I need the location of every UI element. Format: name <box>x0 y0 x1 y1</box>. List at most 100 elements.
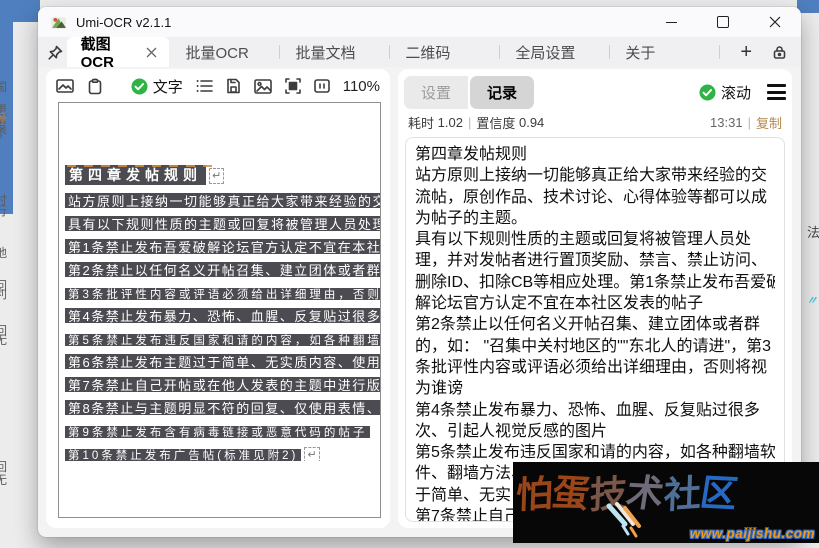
tab-batch-doc[interactable]: 批量文档 <box>279 37 389 67</box>
fit-screen-button[interactable] <box>285 78 301 94</box>
desktop-text-fragment: 不 <box>0 124 11 141</box>
ocr-result-line: 解论坛官方认定不宜在本社区发表的帖子 <box>415 293 775 314</box>
ocr-text-box[interactable]: 第6条禁止发布主题过于简单、无实质内容、使用哗众取宠↵ <box>65 352 380 369</box>
titlebar: Umi-OCR v2.1.1 <box>38 7 801 37</box>
one-to-one-button[interactable] <box>314 79 330 93</box>
pin-icon <box>48 45 63 60</box>
ocr-text-box[interactable]: 第9条禁止发布含有病毒链接或恶意代码的帖子↵ <box>65 423 380 438</box>
check-icon <box>699 84 716 101</box>
add-tab-button[interactable]: + <box>740 42 752 62</box>
ocr-text-box[interactable]: 第5条禁止发布违反国家和请的内容，如各种翻墙软件、翻↵ <box>65 331 380 346</box>
paste-button[interactable] <box>87 78 103 95</box>
screenshot-button[interactable] <box>56 78 74 94</box>
ocr-text-box[interactable]: 具有以下规则性质的主题或回复将被管理人员处理，并↵ <box>65 214 380 231</box>
app-logo-icon <box>50 14 67 31</box>
elapsed-value: 1.02 <box>438 115 463 130</box>
save-text-button[interactable] <box>226 78 241 94</box>
tab-label: 截图OCR <box>81 33 133 71</box>
maximize-icon <box>717 16 729 28</box>
ocr-result-line: 流帖，原创作品、技术讨论、心得体验等都可以成 <box>415 187 775 208</box>
ocr-box-text: 站方原则上接纳一切能够真正给大家带来经验的交流帖，原 <box>65 193 380 208</box>
one-to-one-icon <box>314 79 330 93</box>
tab-screenshot-ocr[interactable]: 截图OCR <box>67 37 170 67</box>
desktop-blue-corner-left <box>0 0 40 22</box>
ocr-result-line: 为帖子的主题。 <box>415 208 775 229</box>
result-list-button[interactable] <box>196 79 213 93</box>
result-info-row: 耗时 1.02 | 置信度 0.94 13:31 | 复制 <box>408 113 782 132</box>
maximize-button[interactable] <box>697 7 749 37</box>
enter-icon: ↵ <box>209 168 224 184</box>
ocr-text-box[interactable]: 第2条禁止以任何名义开帖召集、建立团体或者群的，如：如↵ <box>65 260 380 277</box>
ocr-result-line: 为谁谤 <box>415 378 775 399</box>
copy-button[interactable]: 复制 <box>756 113 782 132</box>
tab-global-settings[interactable]: 全局设置 <box>499 37 609 67</box>
watermark: 怕蛋技术社区 www.paijishu.com <box>513 462 819 543</box>
fit-screen-icon <box>285 78 301 94</box>
minimize-icon <box>666 22 677 23</box>
scroll-checkbox[interactable]: 滚动 <box>699 82 751 103</box>
pin-button[interactable] <box>44 37 67 67</box>
ocr-box-text: 第1条禁止发布吾爱破解论坛官方认定不宜在本社区发表的 <box>65 239 380 254</box>
ocr-text-box[interactable]: 第7条禁止自己开帖或在他人发表的主题中进行版聊，针对↵ <box>65 375 380 392</box>
enter-icon: ↵ <box>304 447 319 461</box>
ocr-result-line: 理，并对发帖者进行置顶奖励、禁言、禁止访问、 <box>415 250 775 271</box>
desktop-text-fragment: 无 <box>0 331 11 348</box>
scroll-label: 滚动 <box>721 82 751 103</box>
ocr-box-text: 第9条禁止发布含有病毒链接或恶意代码的帖子 <box>65 426 370 438</box>
ocr-text-box[interactable]: 第3条批评性内容或评语必须给出详细理由，否则将视为诽↵ <box>65 285 380 300</box>
screenshot-icon <box>56 78 74 94</box>
ocr-result-line: 第2条禁止以任何名义开帖召集、建立团体或者群 <box>415 314 775 335</box>
tab-qrcode[interactable]: 二维码 <box>389 37 499 67</box>
menu-icon <box>767 84 786 87</box>
close-tab-button[interactable] <box>146 47 157 58</box>
ocr-text-box[interactable]: 第10条禁止发布广告帖(标准见附2)↵ <box>65 446 380 461</box>
watermark-char: 社 <box>663 463 702 519</box>
tab-about[interactable]: 关于 <box>609 37 719 67</box>
zoom-level[interactable]: 110% <box>343 78 380 95</box>
ocr-text-box[interactable]: 第1条禁止发布吾爱破解论坛官方认定不宜在本社区发表的↵ <box>65 237 380 254</box>
tab-settings[interactable]: 设置 <box>404 76 468 109</box>
ocr-result-line: 条批评性内容或评语必须给出详细理由，否则将视 <box>415 357 775 378</box>
image-viewer[interactable]: 第四章发帖规则↵ 站方原则上接纳一切能够真正给大家带来经验的交流帖，原↵ 具有以… <box>58 102 381 518</box>
watermark-char: 区 <box>697 462 742 518</box>
paste-icon <box>87 78 103 95</box>
watermark-char: 蛋 <box>549 462 594 518</box>
ocr-box-text: 第四章发帖规则 <box>65 165 206 185</box>
desktop-text-fragment: 行 <box>0 202 11 219</box>
desktop-cyan-mark: 〃 <box>806 292 819 304</box>
ocr-box-text: 第8条禁止与主题明显不符的回复、仅使用表情、数字、字 <box>65 400 380 415</box>
image-toolbar: 文字 <box>56 71 380 101</box>
watermark-char: 怕 <box>515 463 554 519</box>
save-icon <box>226 78 241 94</box>
ocr-result-line: 第5条禁止发布违反国家和请的内容，如各种翻墙软 <box>415 442 775 463</box>
close-icon <box>769 16 781 28</box>
ocr-text-box[interactable]: 第4条禁止发布暴力、恐怖、血腥、反复贴过很多次、引起↵ <box>65 306 380 323</box>
menu-button[interactable] <box>767 84 786 100</box>
close-button[interactable] <box>749 7 801 37</box>
lock-icon[interactable] <box>772 45 787 60</box>
ocr-box-text: 第5条禁止发布违反国家和请的内容，如各种翻墙软件、翻 <box>65 334 380 346</box>
ocr-box-text: 第6条禁止发布主题过于简单、无实质内容、使用哗众取宠 <box>65 354 380 369</box>
ocr-text-box[interactable]: 第四章发帖规则↵ <box>65 165 380 185</box>
minimize-button[interactable] <box>645 7 697 37</box>
ocr-result-line: 第四章发帖规则 <box>415 144 775 165</box>
desktop-text-fragment: 无 <box>0 471 11 488</box>
ocr-result-line: 次、引起人视觉反感的图片 <box>415 421 775 442</box>
ocr-language-selector[interactable]: 文字 <box>131 76 183 97</box>
list-icon <box>196 79 213 93</box>
ocr-box-text: 第4条禁止发布暴力、恐怖、血腥、反复贴过很多次、引起 <box>65 308 380 323</box>
brush-icon <box>601 500 661 542</box>
ocr-text-box[interactable]: 站方原则上接纳一切能够真正给大家带来经验的交流帖，原↵ <box>65 191 380 208</box>
watermark-url: www.paijishu.com <box>690 526 815 541</box>
elapsed-label: 耗时 <box>408 113 434 132</box>
tab-batch-ocr[interactable]: 批量OCR <box>169 37 279 67</box>
result-panel-header: 设置 记录 滚动 <box>404 75 786 109</box>
tab-records[interactable]: 记录 <box>470 76 534 109</box>
save-image-button[interactable] <box>254 79 272 94</box>
ocr-text-box[interactable]: 第8条禁止与主题明显不符的回复、仅使用表情、数字、字↵ <box>65 398 380 415</box>
image-panel: 文字 <box>46 69 390 528</box>
result-panel: 设置 记录 滚动 耗时 1.02 | <box>398 69 792 528</box>
ocr-result-line: 删除ID、扣除CB等相应处理。第1条禁止发布吾爱破 <box>415 272 775 293</box>
tab-bar: 截图OCR 批量OCR 批量文档 二维码 全局设置 关于 + <box>38 37 801 67</box>
confidence-label: 置信度 <box>476 113 515 132</box>
